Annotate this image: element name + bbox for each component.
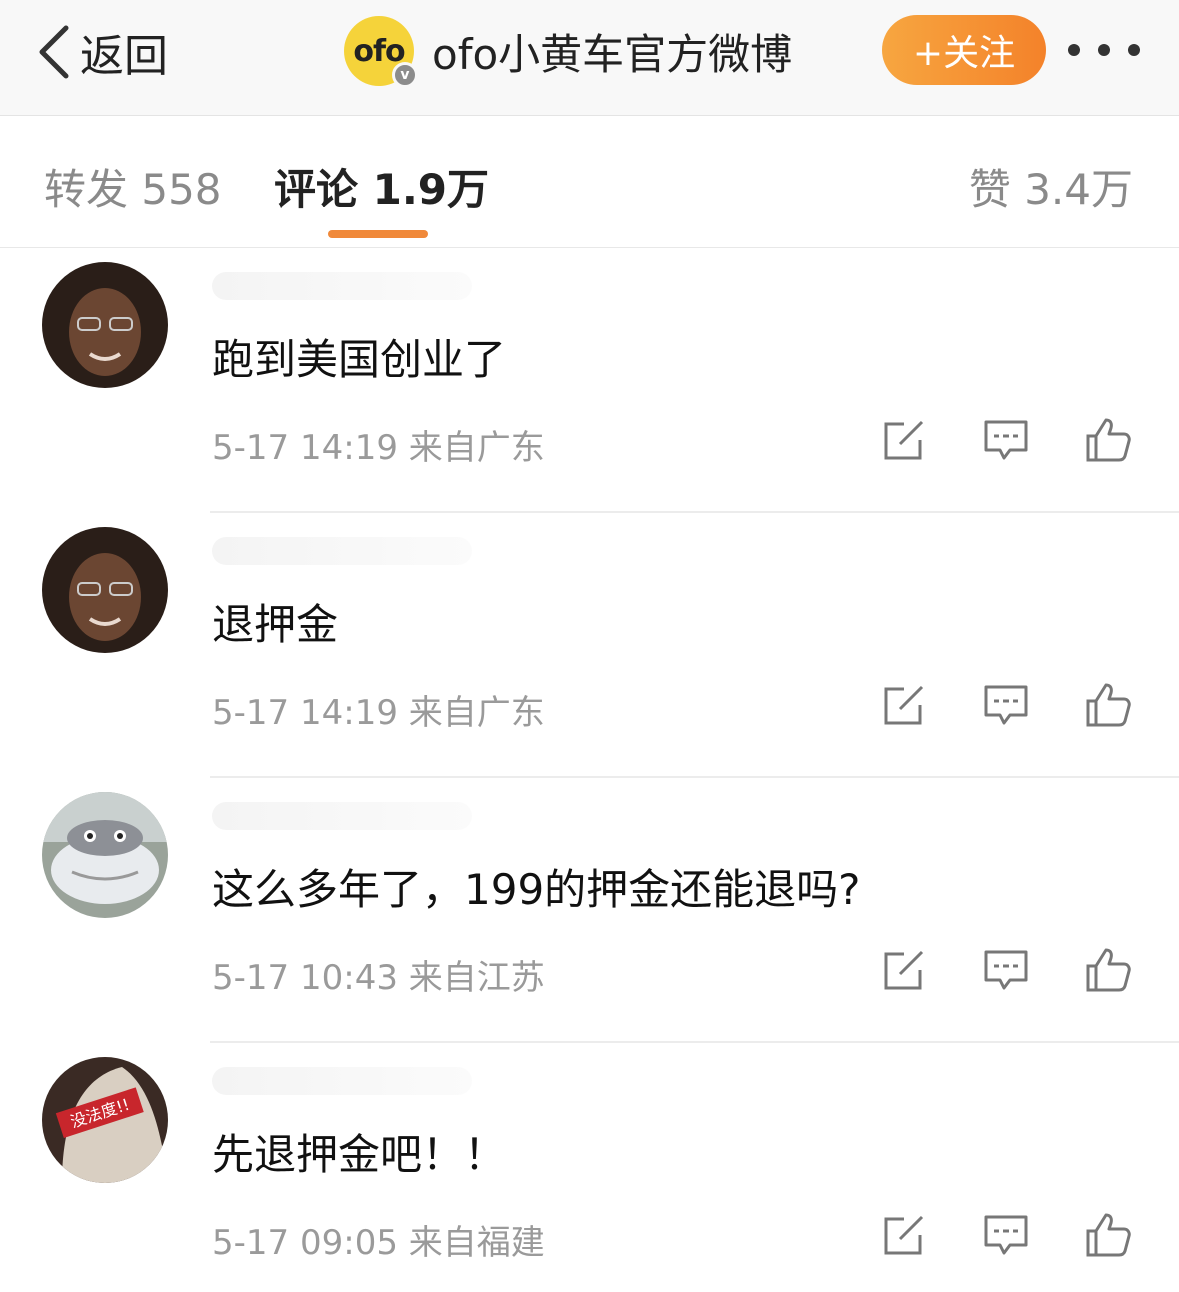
comment-actions (880, 946, 1140, 994)
reply-icon[interactable] (982, 681, 1030, 729)
like-icon[interactable] (1084, 416, 1132, 464)
avatar[interactable]: 没法度!! (42, 1057, 168, 1183)
comment-item: 退押金 5-17 14:19 来自广东 (0, 513, 1179, 778)
top-nav-bar: 返回 ofo v ofo小黄车官方微博 +关注 (0, 0, 1179, 116)
more-icon[interactable] (1068, 36, 1140, 64)
comment-actions (880, 681, 1140, 729)
reply-icon[interactable] (982, 946, 1030, 994)
username-blurred[interactable] (212, 537, 472, 565)
reply-icon[interactable] (982, 1211, 1030, 1259)
reply-icon[interactable] (982, 416, 1030, 464)
avatar[interactable] (42, 792, 168, 918)
follow-button[interactable]: +关注 (882, 15, 1046, 85)
comment-item: 跑到美国创业了 5-17 14:19 来自广东 (0, 248, 1179, 513)
comment-actions (880, 416, 1140, 464)
share-icon[interactable] (880, 1211, 928, 1259)
username-blurred[interactable] (212, 272, 472, 300)
share-icon[interactable] (880, 946, 928, 994)
back-chevron-icon (39, 25, 69, 79)
verified-icon: v (392, 62, 418, 88)
share-icon[interactable] (880, 416, 928, 464)
comment-meta: 5-17 09:05 来自福建 (212, 1223, 545, 1263)
comment-meta: 5-17 14:19 来自广东 (212, 693, 545, 733)
page-title: ofo小黄车官方微博 (432, 29, 793, 79)
tab-bar: 转发 558 评论 1.9万 赞 3.4万 (0, 116, 1179, 248)
like-icon[interactable] (1084, 946, 1132, 994)
username-blurred[interactable] (212, 802, 472, 830)
comment-meta: 5-17 10:43 来自江苏 (212, 958, 545, 998)
more-dot (1128, 44, 1140, 56)
more-dot (1098, 44, 1110, 56)
avatar[interactable] (42, 527, 168, 653)
tab-comment[interactable]: 评论 1.9万 (274, 156, 489, 217)
avatar[interactable] (42, 262, 168, 388)
like-icon[interactable] (1084, 1211, 1132, 1259)
comment-meta: 5-17 14:19 来自广东 (212, 428, 545, 468)
account-avatar[interactable]: ofo v (344, 16, 418, 88)
comment-text: 先退押金吧！！ (212, 1130, 507, 1179)
share-icon[interactable] (880, 681, 928, 729)
comment-text: 退押金 (212, 600, 339, 649)
back-label: 返回 (80, 31, 168, 82)
comment-item: 这么多年了，199的押金还能退吗? 5-17 10:43 来自江苏 (0, 778, 1179, 1043)
comment-text: 跑到美国创业了 (212, 335, 507, 384)
comment-item: 没法度!! 先退押金吧！！ 5-17 09:05 来自福建 (0, 1043, 1179, 1292)
back-button[interactable]: 返回 (36, 22, 168, 82)
comment-actions (880, 1211, 1140, 1259)
comment-text: 这么多年了，199的押金还能退吗? (212, 865, 861, 914)
more-dot (1068, 44, 1080, 56)
tab-like[interactable]: 赞 3.4万 (969, 156, 1133, 217)
tab-repost[interactable]: 转发 558 (44, 156, 222, 217)
account-title[interactable]: ofo v ofo小黄车官方微博 (344, 16, 793, 88)
like-icon[interactable] (1084, 681, 1132, 729)
active-tab-indicator (328, 230, 428, 238)
username-blurred[interactable] (212, 1067, 472, 1095)
